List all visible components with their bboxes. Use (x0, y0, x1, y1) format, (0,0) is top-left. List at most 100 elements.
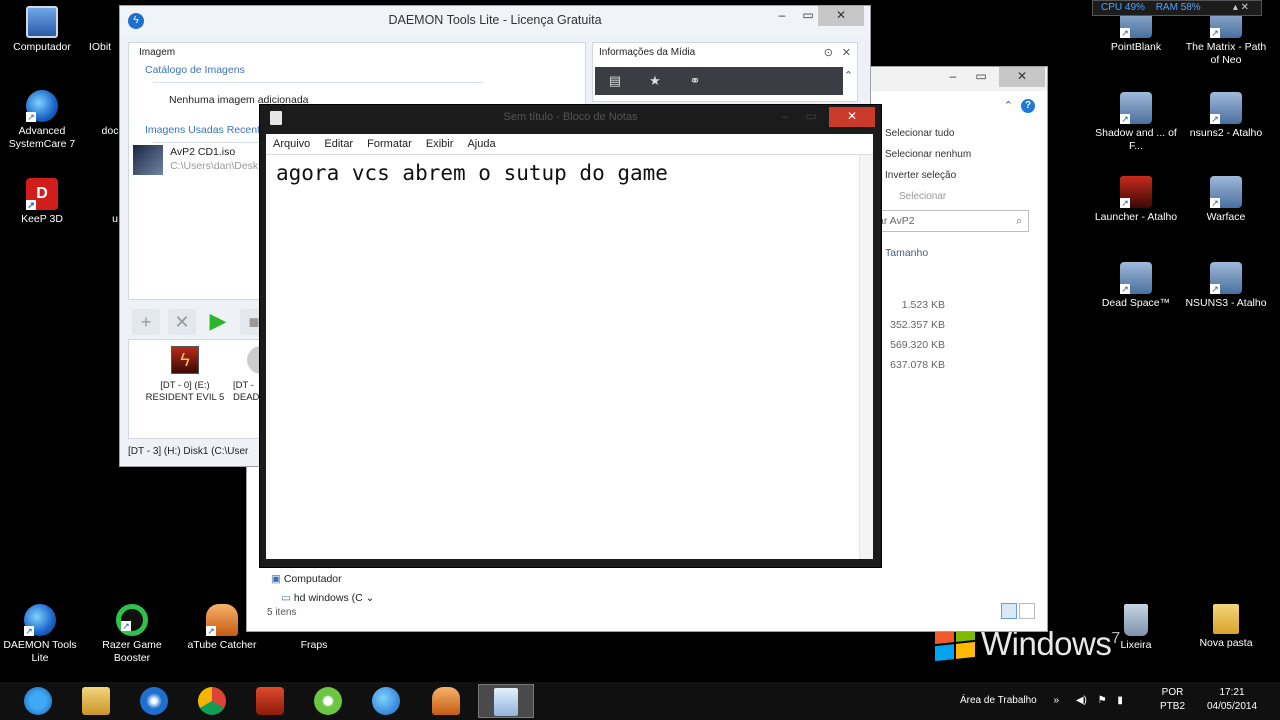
internet-explorer-icon (24, 687, 52, 715)
link-icon[interactable]: ⚭ (675, 67, 715, 95)
select-all-button[interactable]: Selecionar tudo (883, 123, 971, 144)
taskbar-explorer[interactable] (68, 684, 124, 718)
notepad-titlebar[interactable]: Sem título - Bloco de Notas – ▭ ✕ (260, 105, 881, 129)
column-header-size[interactable]: Tamanho (885, 247, 928, 259)
recent-image-text: AvP2 CD1.iso C:\Users\dan\Desk (170, 145, 258, 173)
desktop-icon-label: Dead Space™ (1101, 297, 1171, 309)
desktop-icon-advanced-systemcare[interactable]: Advanced SystemCare 7 (0, 90, 84, 151)
taskbar-advanced-systemcare[interactable] (358, 684, 414, 718)
clock-date: 04/05/2014 (1206, 701, 1258, 712)
maximize-button[interactable]: ▭ (797, 107, 825, 127)
remove-image-icon[interactable]: ✕ (168, 309, 196, 335)
desktop-icon-label: KeeP 3D (21, 213, 63, 225)
window-title: DAEMON Tools Lite - Licença Gratuita (388, 13, 602, 27)
media-info-panel: Informações da Mídia ⊙ ✕ ▤ ★ ⚭ ⌃ (592, 42, 858, 102)
taskbar-atube[interactable] (418, 684, 474, 718)
notepad-icon (270, 111, 282, 125)
keep3d-icon: D (26, 178, 58, 210)
nsuns2-icon (1210, 92, 1242, 124)
desktop-icon-warface[interactable]: Warface (1184, 176, 1268, 224)
taskbar-daemon[interactable] (126, 684, 182, 718)
desktop-icon-label: Advanced SystemCare 7 (8, 125, 76, 150)
desktop-icon-nsuns3[interactable]: NSUNS3 - Atalho (1184, 262, 1268, 310)
desktop-icon-label: u (112, 213, 118, 225)
taskbar-ccleaner[interactable] (242, 684, 298, 718)
taskbar-utorrent[interactable] (300, 684, 356, 718)
menu-formatar[interactable]: Formatar (367, 138, 412, 150)
pin-icon[interactable]: ⊙ (824, 46, 833, 59)
game-icon (1120, 92, 1152, 124)
large-icons-view-icon[interactable] (1019, 603, 1035, 619)
catalog-section[interactable]: Catálogo de Imagens (129, 62, 585, 90)
desktop-icon-nsuns2[interactable]: nsuns2 - Atalho (1184, 92, 1268, 140)
maximize-button[interactable]: ▭ (967, 67, 995, 87)
computer-icon (26, 6, 58, 38)
notepad-icon (494, 688, 518, 716)
recent-image-item[interactable]: AvP2 CD1.iso C:\Users\dan\Desk (133, 145, 258, 175)
menu-ajuda[interactable]: Ajuda (467, 138, 495, 150)
menu-editar[interactable]: Editar (324, 138, 353, 150)
details-view-icon[interactable] (1001, 603, 1017, 619)
network-icon[interactable]: ▮ (1117, 695, 1123, 706)
search-input[interactable]: ar AvP2 ⌕ (873, 210, 1029, 232)
desktop-icon-deadspace[interactable]: Dead Space™ (1094, 262, 1178, 310)
notepad-window[interactable]: Sem título - Bloco de Notas – ▭ ✕ Arquiv… (259, 104, 882, 568)
vertical-scrollbar[interactable] (859, 155, 873, 559)
mount-play-icon[interactable]: ▶ (204, 308, 232, 334)
daemon-titlebar[interactable]: ϟ DAEMON Tools Lite - Licença Gratuita –… (120, 6, 870, 36)
desktop-toolbar-label[interactable]: Área de Trabalho (960, 695, 1037, 706)
taskbar: Área de Trabalho » ◀) ⚑ ▮ POR PTB2 17:21… (0, 682, 1280, 720)
desktop-icon-shadow[interactable]: Shadow and ... of F... (1094, 92, 1178, 153)
ccleaner-icon (256, 687, 284, 715)
ribbon-group-label: Selecionar (899, 191, 947, 202)
star-icon[interactable]: ★ (635, 67, 675, 95)
chevron-down-icon[interactable]: ⌄ (366, 592, 375, 604)
ribbon-collapse-icon[interactable]: ⌃ (1004, 99, 1013, 112)
close-button[interactable]: ✕ (818, 6, 864, 26)
atube-icon (206, 604, 238, 636)
desktop-icon-keep3d[interactable]: D KeeP 3D (0, 178, 84, 226)
speaker-icon[interactable]: ◀) (1076, 695, 1087, 706)
close-icon[interactable]: ▴ ✕ (1233, 1, 1249, 15)
taskbar-notepad[interactable] (478, 684, 534, 718)
minimize-button[interactable]: – (768, 6, 796, 26)
clock[interactable]: 17:21 04/05/2014 (1200, 686, 1264, 714)
search-placeholder: ar AvP2 (878, 215, 915, 227)
minimize-button[interactable]: – (939, 67, 967, 87)
invert-selection-button[interactable]: Inverter seleção (883, 165, 971, 186)
text-area[interactable]: agora vcs abrem o sutup do game (266, 154, 873, 559)
nav-item-computador[interactable]: ▣ Computador (271, 570, 374, 589)
desktop-icon-nova-pasta[interactable]: Nova pasta (1184, 604, 1268, 650)
drive-id: [DT - 0] (E:) (160, 380, 210, 391)
select-none-button[interactable]: Selecionar nenhum (883, 144, 971, 165)
help-icon[interactable]: ? (1021, 99, 1035, 113)
search-icon: ⌕ (1016, 215, 1022, 227)
nav-item-hd-windows[interactable]: ▭ hd windows (C ⌄ (271, 589, 374, 608)
desktop-icon-label: Nova pasta (1199, 637, 1253, 649)
language-code: POR (1161, 687, 1184, 698)
menu-arquivo[interactable]: Arquivo (273, 138, 310, 150)
view-switcher (999, 603, 1037, 621)
scroll-up-icon[interactable]: ⌃ (844, 69, 853, 82)
desktop-icon-launcher[interactable]: Launcher - Atalho (1094, 176, 1178, 224)
tray-chevron-icon[interactable]: » (1054, 695, 1060, 706)
status-bar: 5 itens (267, 607, 297, 618)
close-button[interactable]: ✕ (999, 67, 1045, 87)
desktop-icon-daemon-tools[interactable]: DAEMON Tools Lite (0, 604, 80, 665)
add-image-icon[interactable]: + (132, 309, 160, 335)
minimize-button[interactable]: – (771, 107, 799, 127)
nav-label: hd windows (C (293, 592, 363, 604)
close-icon[interactable]: ✕ (842, 46, 851, 59)
desktop-icon-label: Lixeira (1120, 639, 1152, 651)
desktop-icon-label: aTube Catcher (187, 639, 257, 651)
desktop-icon-razer[interactable]: Razer Game Booster (90, 604, 174, 665)
menu-exibir[interactable]: Exibir (426, 138, 454, 150)
resident-evil-drive-icon: ϟ (171, 346, 199, 374)
taskbar-ie[interactable] (10, 684, 66, 718)
flag-icon[interactable]: ⚑ (1098, 695, 1107, 706)
drive-item[interactable]: ϟ [DT - 0] (E:) RESIDENT EVIL 5 (137, 346, 233, 404)
document-icon[interactable]: ▤ (595, 67, 635, 95)
taskbar-chrome[interactable] (184, 684, 240, 718)
language-indicator[interactable]: POR PTB2 (1160, 686, 1185, 714)
close-button[interactable]: ✕ (829, 107, 875, 127)
